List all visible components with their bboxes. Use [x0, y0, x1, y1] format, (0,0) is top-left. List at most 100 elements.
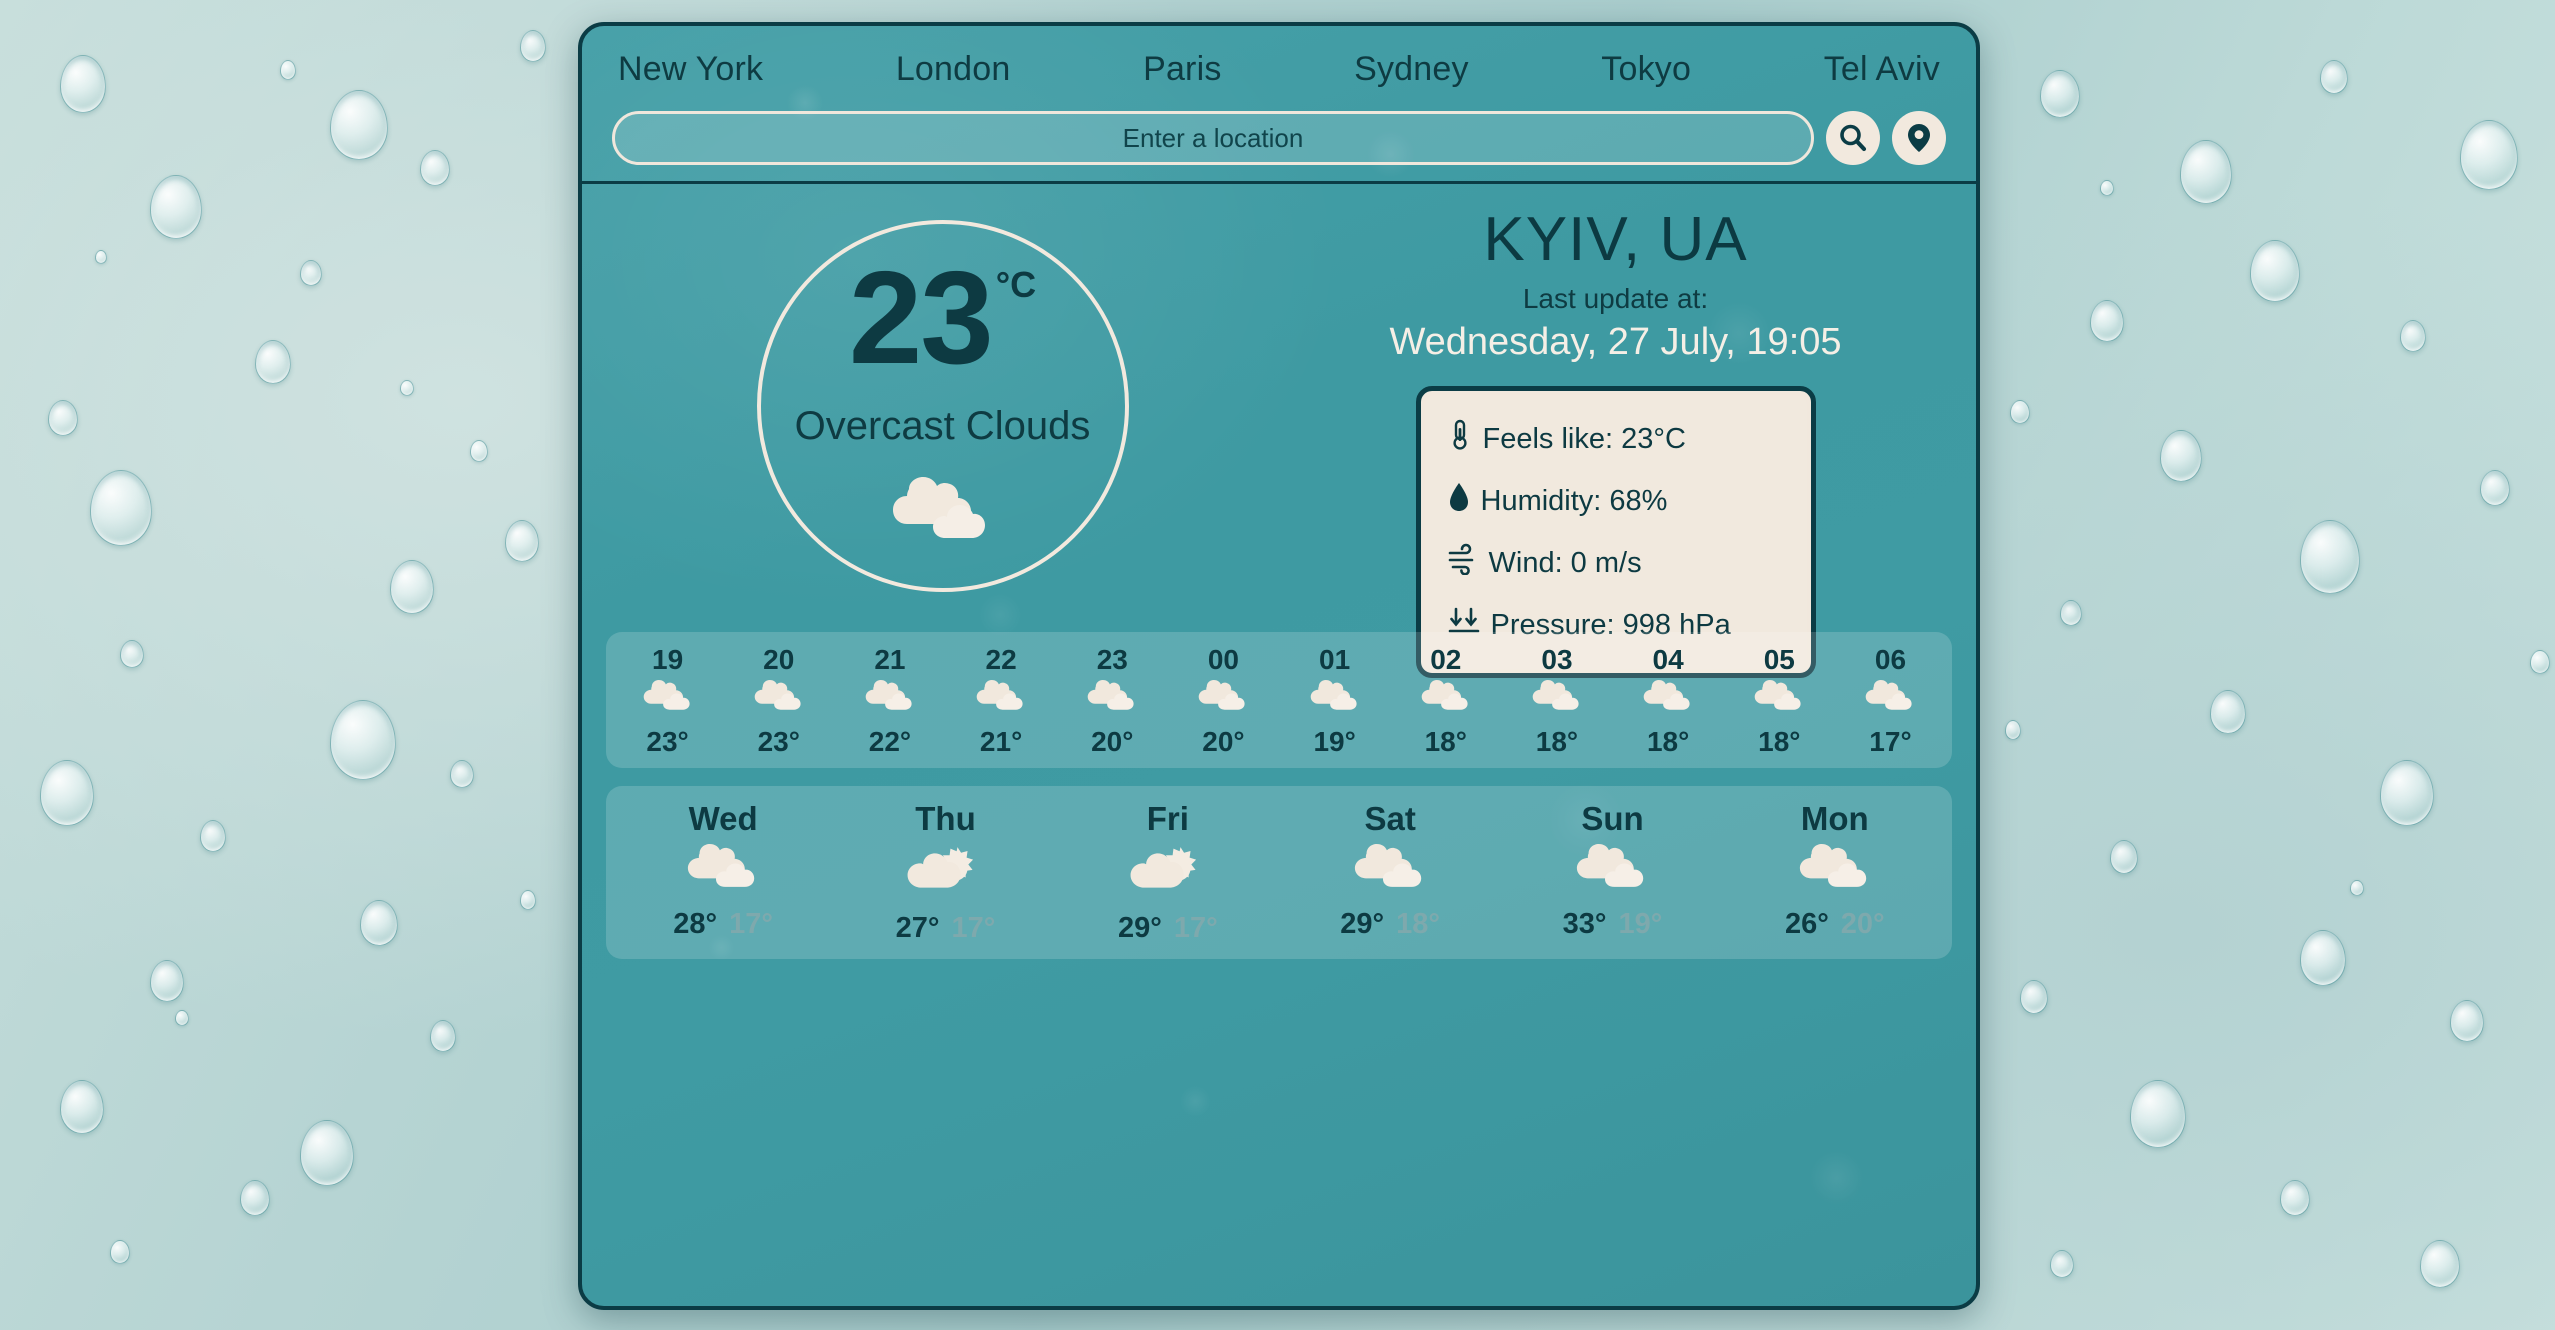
- search-bar: [582, 93, 1976, 181]
- detail-row-droplet: Humidity: 68%: [1447, 481, 1785, 521]
- city-tab-london[interactable]: London: [890, 46, 1017, 93]
- water-droplet: [470, 440, 488, 462]
- hourly-cell: 19 23°: [612, 644, 723, 758]
- daily-cell: Sun 33° 19°: [1501, 800, 1723, 946]
- hourly-temp: 18°: [1424, 725, 1467, 757]
- water-droplet: [48, 400, 78, 436]
- water-droplet: [390, 560, 434, 614]
- hourly-cell: 01 19°: [1279, 644, 1390, 758]
- overcast-clouds-icon: [684, 843, 762, 902]
- water-droplet: [2460, 120, 2518, 190]
- water-droplet: [450, 760, 474, 788]
- city-tab-sydney[interactable]: Sydney: [1348, 46, 1475, 93]
- hourly-cell: 02 18°: [1390, 644, 1501, 758]
- droplet-icon: [1447, 481, 1471, 521]
- water-droplet: [2160, 430, 2202, 482]
- daily-min-temp: 20°: [1840, 907, 1885, 940]
- thermometer-icon: [1447, 419, 1473, 459]
- search-button[interactable]: [1826, 111, 1880, 165]
- water-droplet: [150, 960, 184, 1002]
- water-droplet: [200, 820, 226, 852]
- overcast-clouds-icon: [641, 680, 695, 722]
- daily-max-temp: 29°: [1117, 912, 1162, 945]
- water-droplet: [2180, 140, 2232, 204]
- hourly-time: 23: [1096, 644, 1128, 675]
- water-droplet: [2280, 1180, 2310, 1216]
- water-droplet: [2450, 1000, 2484, 1042]
- water-droplet: [255, 340, 291, 384]
- daily-max-temp: 29°: [1340, 907, 1385, 940]
- hourly-cell: 03 18°: [1501, 644, 1612, 758]
- temperature-circle: 23 °C Overcast Clouds: [756, 220, 1129, 592]
- water-droplet: [2040, 70, 2080, 118]
- daily-day-name: Sun: [1581, 799, 1644, 837]
- water-droplet: [2480, 470, 2510, 506]
- hourly-temp: 20°: [1202, 725, 1245, 757]
- hourly-temp: 22°: [868, 725, 912, 757]
- city-name: KYIV, UA: [1483, 205, 1748, 274]
- weather-condition-text: Overcast Clouds: [794, 404, 1091, 448]
- detail-text: Feels like: 23°C: [1482, 422, 1686, 455]
- current-weather-summary: 23 °C Overcast Clouds: [606, 198, 1279, 614]
- last-update-label: Last update at:: [1522, 283, 1709, 314]
- hourly-temp: 21°: [979, 725, 1023, 757]
- hourly-temp: 18°: [1758, 725, 1801, 757]
- city-tab-tel-aviv[interactable]: Tel Aviv: [1818, 46, 1946, 93]
- overcast-clouds-icon: [1530, 680, 1584, 722]
- daily-min-temp: 17°: [1173, 912, 1218, 945]
- water-droplet: [2130, 1080, 2186, 1148]
- daily-temps: 33° 19°: [1563, 908, 1663, 941]
- water-droplet: [2100, 180, 2114, 196]
- water-droplet: [300, 1120, 354, 1186]
- daily-cell: Sat 29° 18°: [1279, 800, 1501, 946]
- city-tab-new-york[interactable]: New York: [612, 46, 769, 93]
- hourly-time: 03: [1541, 644, 1573, 675]
- water-droplet: [300, 260, 322, 286]
- daily-min-temp: 17°: [729, 907, 774, 940]
- daily-temps: 27° 17°: [896, 912, 996, 945]
- overcast-clouds-icon: [974, 680, 1028, 722]
- water-droplet: [520, 890, 536, 910]
- water-droplet: [2090, 300, 2124, 342]
- hourly-temp: 23°: [757, 725, 800, 757]
- water-droplet: [520, 30, 546, 62]
- water-droplet: [2005, 720, 2021, 740]
- water-droplet: [120, 640, 144, 668]
- water-droplet: [2530, 650, 2550, 674]
- hourly-time: 01: [1319, 644, 1351, 675]
- hourly-temp: 23°: [646, 725, 689, 757]
- daily-day-name: Sat: [1364, 799, 1416, 837]
- search-input[interactable]: [612, 111, 1814, 165]
- hourly-time: 00: [1207, 644, 1240, 675]
- hourly-time: 21: [874, 644, 906, 675]
- wind-icon: [1447, 543, 1479, 583]
- daily-temps: 29° 17°: [1118, 912, 1218, 945]
- overcast-clouds-icon: [1863, 680, 1917, 722]
- weather-details-list: Feels like: 23°C Humidity: 68% Wind: 0 m/s…: [1424, 395, 1807, 669]
- hourly-temp: 20°: [1091, 725, 1134, 757]
- daily-day-name: Thu: [915, 799, 976, 837]
- daily-cell: Mon 26° 20°: [1724, 800, 1946, 946]
- hourly-time: 22: [985, 644, 1017, 675]
- water-droplet: [40, 760, 94, 826]
- hourly-temp: 19°: [1313, 725, 1356, 757]
- water-droplet: [2380, 760, 2434, 826]
- city-tab-paris[interactable]: Paris: [1137, 46, 1227, 93]
- hourly-cell: 22 21°: [946, 644, 1057, 758]
- water-droplet: [330, 90, 388, 160]
- daily-cell: Fri 29° 17°: [1057, 800, 1279, 946]
- weather-app-card: New York London Paris Sydney Tokyo Tel Aviv: [578, 22, 1980, 1310]
- water-droplet: [110, 1240, 130, 1264]
- water-droplet: [2020, 980, 2048, 1014]
- water-droplet: [505, 520, 539, 562]
- water-droplet: [150, 175, 202, 239]
- current-location-button[interactable]: [1892, 111, 1946, 165]
- water-droplet: [2300, 930, 2346, 986]
- last-update-value: Wednesday, 27 July, 19:05: [1389, 321, 1842, 363]
- water-droplet: [2320, 60, 2348, 94]
- overcast-clouds-icon: [1351, 843, 1429, 902]
- current-weather-section: 23 °C Overcast Clouds KYIV, UA Last upda…: [582, 184, 1976, 678]
- daily-max-temp: 28°: [673, 907, 718, 940]
- sun-behind-cloud-icon: [906, 844, 984, 907]
- city-tab-tokyo[interactable]: Tokyo: [1595, 46, 1697, 93]
